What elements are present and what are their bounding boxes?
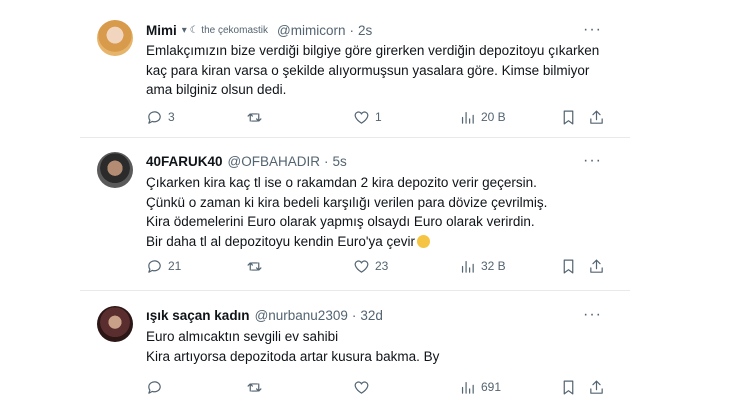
tweet-header: ışık saçan kadın @nurbanu2309 · 32d ··· [146, 305, 616, 325]
reply-button[interactable]: 21 [146, 256, 181, 276]
reply-button[interactable] [146, 377, 168, 397]
like-count: 1 [375, 110, 382, 124]
like-button[interactable] [353, 377, 375, 397]
tweet-line: ama bilginiz olsun dedi. [146, 82, 287, 97]
reply-icon [148, 259, 161, 273]
views-icon [461, 381, 474, 394]
avatar[interactable] [97, 306, 133, 342]
retweet-button[interactable] [246, 256, 268, 276]
share-button[interactable] [588, 377, 605, 397]
views-button[interactable]: 20 B [459, 107, 506, 127]
heart-icon [354, 381, 369, 394]
tweet-line: kaç para kiran varsa o şekilde alıyormuş… [146, 62, 590, 78]
tweet-line: Bir daha tl al depozitoyu kendin Euro'ya… [146, 233, 415, 249]
like-count: 23 [375, 259, 389, 273]
view-count: 691 [481, 380, 502, 394]
timestamp[interactable]: 32d [360, 308, 383, 323]
name-badge: ▾ ☾ the çekomastik [181, 24, 269, 36]
display-name[interactable]: ışık saçan kadın [146, 308, 250, 323]
tweet-line: Euro almıcaktın sevgili ev sahibi [146, 329, 339, 344]
more-icon[interactable]: ··· [583, 151, 602, 171]
user-handle[interactable]: @nurbanu2309 [255, 308, 348, 323]
tweet-text: Euro almıcaktın sevgili ev sahibi Kira a… [146, 327, 600, 366]
retweet-icon [247, 261, 262, 271]
user-handle[interactable]: @mimicorn [277, 23, 345, 38]
tweet-header: Mimi ▾ ☾ the çekomastik @mimicorn · 2s ·… [146, 20, 616, 40]
tweet[interactable]: 40FARUK40 @OFBAHADIR · 5s ··· Çıkarken k… [80, 137, 630, 290]
views-icon [461, 111, 474, 124]
more-icon[interactable]: ··· [583, 20, 602, 40]
action-bar: 21 23 32 B [136, 256, 612, 276]
view-count: 32 B [481, 259, 506, 273]
display-name[interactable]: Mimi [146, 23, 177, 38]
views-icon [461, 260, 474, 273]
tweet-header: 40FARUK40 @OFBAHADIR · 5s ··· [146, 151, 616, 171]
reply-count: 3 [168, 110, 175, 124]
retweet-button[interactable] [246, 107, 268, 127]
tweet-line: Çıkarken kira kaç tl ise o rakamdan 2 ki… [146, 175, 537, 190]
views-button[interactable]: 691 [459, 377, 501, 397]
user-handle[interactable]: @OFBAHADIR [228, 154, 320, 169]
tweet-line: Çünkü o zaman ki kira bedeli karşılığı v… [146, 194, 548, 210]
action-bar: 691 [136, 377, 612, 397]
retweet-button[interactable] [246, 377, 268, 397]
relieved-face-emoji [416, 234, 430, 248]
share-icon [590, 110, 603, 124]
reply-button[interactable]: 3 [146, 107, 175, 127]
separator-dot: · [324, 153, 329, 169]
timestamp[interactable]: 5s [333, 154, 347, 169]
tweet[interactable]: ışık saçan kadın @nurbanu2309 · 32d ··· … [80, 290, 630, 408]
bookmark-icon [563, 380, 574, 394]
display-name[interactable]: 40FARUK40 [146, 154, 223, 169]
tweet-line: Kira artıyorsa depozitoda artar kusura b… [146, 348, 440, 364]
bookmark-button[interactable] [560, 107, 577, 127]
retweet-icon [247, 382, 262, 392]
heart-icon [354, 260, 369, 273]
tweet-line-with-emoji: Bir daha tl al depozitoyu kendin Euro'ya… [146, 232, 600, 252]
like-button[interactable]: 23 [353, 256, 388, 276]
bookmark-icon [563, 259, 574, 273]
like-button[interactable]: 1 [353, 107, 382, 127]
tweet-line: Emlakçımızın bize verdiği bilgiye göre g… [146, 43, 600, 58]
action-bar: 3 1 20 B [136, 107, 612, 127]
reply-count: 21 [168, 259, 182, 273]
retweet-icon [247, 112, 262, 122]
timestamp[interactable]: 2s [358, 23, 372, 38]
bookmark-button[interactable] [560, 377, 577, 397]
share-icon [590, 380, 603, 394]
bookmark-icon [563, 110, 574, 124]
avatar[interactable] [97, 152, 133, 188]
reply-icon [148, 380, 161, 394]
tweet-text: Emlakçımızın bize verdiği bilgiye göre g… [146, 41, 600, 100]
share-button[interactable] [588, 256, 605, 276]
reply-icon [148, 110, 161, 124]
tweet-line: Kira ödemelerini Euro olarak yapmış olsa… [146, 214, 535, 229]
separator-dot: · [351, 307, 357, 323]
tweet-text: Çıkarken kira kaç tl ise o rakamdan 2 ki… [146, 173, 600, 251]
bookmark-button[interactable] [560, 256, 577, 276]
views-button[interactable]: 32 B [459, 256, 506, 276]
heart-icon [354, 111, 369, 124]
more-icon[interactable]: ··· [583, 305, 602, 325]
separator-dot: · [349, 22, 354, 38]
share-button[interactable] [588, 107, 605, 127]
avatar[interactable] [97, 20, 133, 56]
view-count: 20 B [481, 110, 506, 124]
tweet[interactable]: Mimi ▾ ☾ the çekomastik @mimicorn · 2s ·… [80, 0, 630, 137]
share-icon [590, 259, 603, 273]
